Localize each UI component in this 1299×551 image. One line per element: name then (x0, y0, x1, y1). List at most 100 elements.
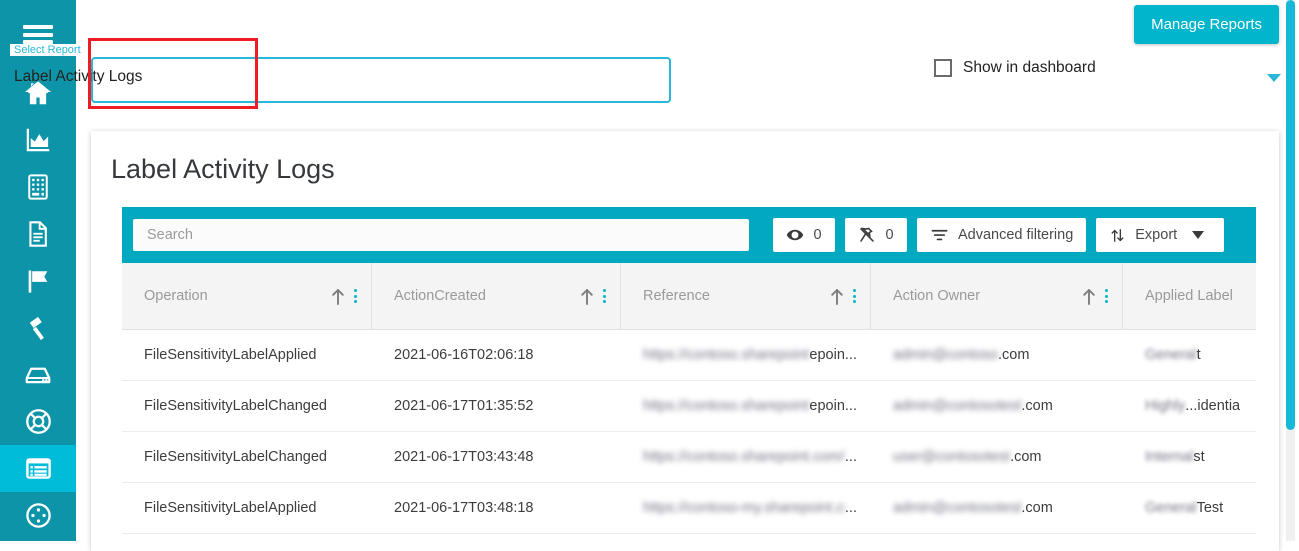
pinned-columns-count: 0 (885, 227, 894, 243)
sidebar-item-reports[interactable] (0, 445, 76, 492)
cell-reference: https://contoso.sharepoint.com/sites epo… (621, 381, 871, 431)
select-report-legend: Select Report (10, 44, 85, 56)
reference-tail: ... (844, 449, 857, 465)
visible-columns-button[interactable]: 0 (773, 218, 835, 252)
advanced-filtering-button[interactable]: Advanced filtering (917, 218, 1087, 252)
show-in-dashboard-checkbox-group[interactable]: Show in dashboard (934, 59, 1096, 77)
unpin-icon (858, 226, 876, 244)
page-title: Label Activity Logs (111, 154, 335, 184)
visible-columns-count: 0 (813, 227, 822, 243)
action-owner-tail: .com (1021, 398, 1053, 414)
cell-operation: FileSensitivityLabelApplied (144, 500, 317, 516)
redacted-text: user@contosotest (893, 449, 1011, 465)
cell-reference: https://contoso-my.sharepoint.com/test.x… (621, 483, 871, 533)
sidebar-item-analytics[interactable] (0, 116, 76, 163)
chevron-down-icon[interactable] (1267, 74, 1281, 82)
applied-label-tail: st (1193, 449, 1205, 465)
page-scrollbar-track[interactable] (1286, 0, 1295, 541)
column-header-operation[interactable]: Operation (122, 263, 372, 329)
select-report-field[interactable] (91, 57, 671, 117)
kebab-menu-icon[interactable] (1105, 289, 1108, 303)
sidebar-item-storage[interactable] (0, 351, 76, 398)
advanced-filtering-label: Advanced filtering (958, 227, 1074, 243)
redacted-text: General (1145, 347, 1197, 363)
document-icon (29, 220, 47, 247)
sidebar-item-settings[interactable] (0, 492, 76, 539)
export-label: Export (1135, 227, 1178, 243)
column-header-actioncreated[interactable]: ActionCreated (372, 263, 621, 329)
show-in-dashboard-checkbox[interactable] (934, 59, 952, 77)
flag-icon (28, 270, 48, 293)
select-report-value[interactable]: Label Activity Logs (14, 68, 142, 86)
sidebar-item-support[interactable] (0, 398, 76, 445)
caret-down-icon[interactable] (1192, 231, 1205, 239)
redacted-text: https://contoso.sharepoint.com/personal (643, 449, 845, 465)
table-row[interactable]: FileSensitivityLabelApplied 2021-06-17T0… (122, 483, 1256, 534)
cell-reference: https://contoso.sharepoint.com/sites/sit… (621, 330, 871, 380)
show-in-dashboard-label: Show in dashboard (963, 59, 1096, 76)
sidebar-item-calculator[interactable] (0, 163, 76, 210)
data-table: Operation ActionCreated Reference Action… (122, 263, 1256, 551)
redacted-text: Internal (1145, 449, 1194, 465)
pinned-columns-button[interactable]: 0 (845, 218, 907, 252)
export-button[interactable]: Export (1096, 218, 1225, 252)
hard-drive-icon (25, 367, 51, 383)
arrow-up-icon[interactable] (580, 288, 594, 305)
column-header-action-owner[interactable]: Action Owner (871, 263, 1123, 329)
column-header-label: Applied Label (1145, 288, 1233, 304)
table-toolbar: 0 0 Advanced filtering (122, 207, 1256, 263)
redacted-text: General (1145, 500, 1197, 516)
column-header-label: Action Owner (893, 288, 981, 304)
redacted-text: Highly (1145, 398, 1186, 414)
cell-operation: FileSensitivityLabelChanged (144, 449, 327, 465)
arrow-up-icon[interactable] (331, 288, 345, 305)
applied-label-tail: ...identia (1185, 398, 1241, 414)
sidebar-item-flags[interactable] (0, 257, 76, 304)
arrow-up-icon[interactable] (1082, 288, 1096, 305)
sidebar-item-documents[interactable] (0, 210, 76, 257)
table-row[interactable]: FileSensitivityLabelApplied 2021-06-16T0… (122, 330, 1256, 381)
cell-applied-label: General Test (1123, 483, 1256, 533)
life-ring-icon (25, 409, 51, 434)
kebab-menu-icon[interactable] (603, 289, 606, 303)
table-row[interactable]: FileSensitivityLabelChanged 2021-06-17T0… (122, 432, 1256, 483)
applied-label-tail: t (1196, 347, 1201, 363)
cell-action-owner: admin@contosotest .com (871, 381, 1123, 431)
reference-tail: ... (844, 500, 857, 516)
filter-icon (930, 226, 949, 245)
report-card: Label Activity Logs 0 0 (91, 131, 1279, 551)
search-input[interactable] (133, 219, 749, 251)
redacted-text: https://contoso.sharepoint.com/sites (643, 398, 810, 414)
cell-operation: FileSensitivityLabelChanged (144, 398, 327, 414)
redacted-text: admin@contosotest (893, 500, 1022, 516)
arrow-up-icon[interactable] (830, 288, 844, 305)
page-scrollbar-thumb[interactable] (1286, 0, 1295, 430)
cell-action-created: 2021-06-16T02:06:18 (394, 347, 534, 363)
cell-action-owner: user@contosotest .com (871, 432, 1123, 482)
cell-action-created: 2021-06-17T03:48:18 (394, 500, 534, 516)
calculator-icon (28, 173, 48, 200)
column-header-label: Reference (643, 288, 710, 304)
cell-applied-label: General t (1123, 330, 1256, 380)
redacted-text: admin@contoso (893, 347, 998, 363)
select-report-border (91, 57, 671, 103)
reference-tail: epoin... (809, 347, 857, 363)
cell-action-created: 2021-06-17T01:35:52 (394, 398, 534, 414)
kebab-menu-icon[interactable] (354, 289, 357, 303)
cell-action-owner: admin@contoso .com (871, 330, 1123, 380)
cell-applied-label: Internal st (1123, 432, 1256, 482)
column-header-reference[interactable]: Reference (621, 263, 871, 329)
sidebar-item-remediation[interactable] (0, 304, 76, 351)
applied-label-tail: Test (1196, 500, 1224, 516)
table-row[interactable]: FileSensitivityLabelChanged 2021-06-17T0… (122, 381, 1256, 432)
kebab-menu-icon[interactable] (853, 289, 856, 303)
manage-reports-button[interactable]: Manage Reports (1134, 5, 1279, 44)
action-owner-tail: .com (1021, 500, 1053, 516)
column-header-applied-label[interactable]: Applied Label (1123, 263, 1256, 329)
cell-operation: FileSensitivityLabelApplied (144, 347, 317, 363)
column-header-label: Operation (144, 288, 208, 304)
redacted-text: https://contoso-my.sharepoint.com/test.x… (643, 500, 845, 516)
redacted-text: admin@contosotest (893, 398, 1022, 414)
column-header-label: ActionCreated (394, 288, 486, 304)
settings-circle-icon (25, 503, 51, 528)
